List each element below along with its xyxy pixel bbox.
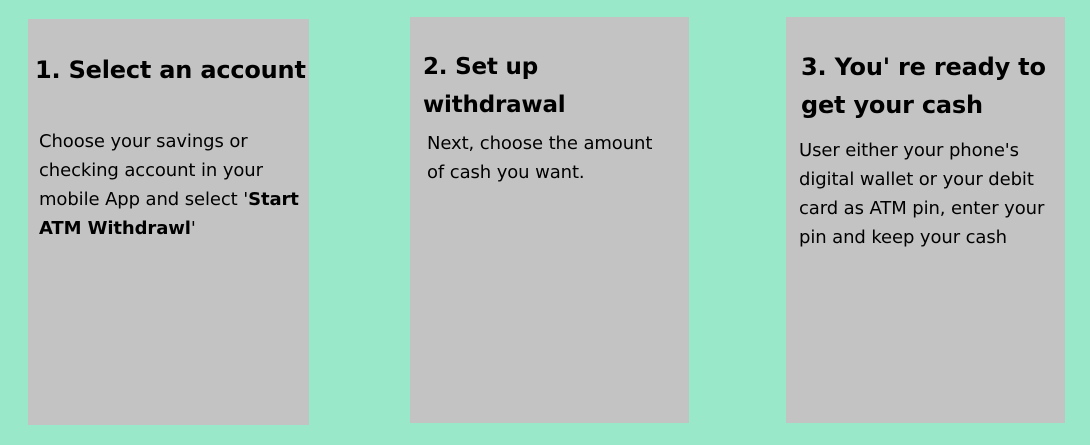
step-card-get-cash: 3. You' re ready to get your cash User e…: [786, 17, 1065, 423]
step-description-quote: ': [190, 218, 196, 239]
step-title: 2. Set up withdrawal: [423, 54, 566, 118]
step-description: User either your phone's digital wallet …: [799, 140, 1045, 248]
step-description: Next, choose the amount of cash you want…: [427, 133, 653, 183]
step-description: Choose your savings or checking account …: [39, 127, 303, 243]
step-title: 1. Select an account: [35, 56, 306, 84]
step-card-select-account: 1. Select an account Choose your savings…: [28, 19, 309, 425]
step-title: 3. You' re ready to get your cash: [801, 53, 1046, 119]
step-description-text: Choose your savings or checking account …: [39, 131, 263, 210]
step-card-set-up-withdrawal: 2. Set up withdrawal Next, choose the am…: [410, 17, 689, 423]
